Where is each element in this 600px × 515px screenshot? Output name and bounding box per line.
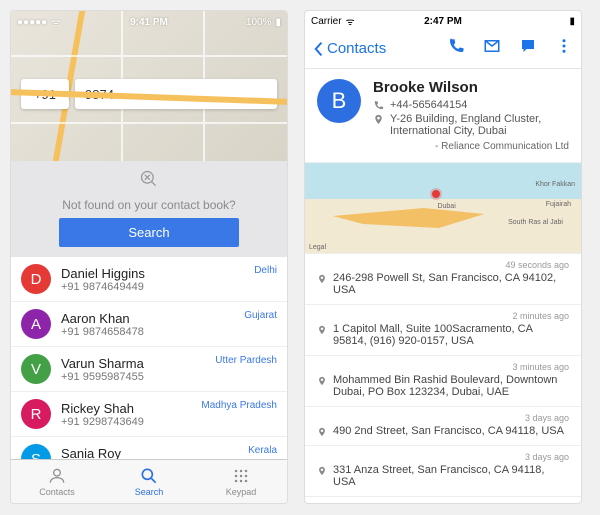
map-pin-icon	[432, 190, 440, 198]
battery-pct: 100%	[246, 17, 272, 28]
email-icon[interactable]	[483, 37, 501, 60]
contact-region: Delhi	[254, 265, 277, 276]
tab-bar: Contacts Search Keypad	[11, 459, 287, 503]
contact-phone: +91 9298743649	[61, 416, 277, 428]
signal-dots: ●●●●●	[17, 17, 47, 28]
map-city-label: Dubai	[437, 203, 455, 210]
map-legal: Legal	[309, 244, 326, 251]
history-item[interactable]: 3 days ago 490 2nd Street, San Francisco,…	[305, 407, 581, 446]
wifi-icon: ᯤ	[51, 15, 60, 29]
back-button[interactable]: Contacts	[313, 40, 386, 57]
country-code-input[interactable]: +91	[21, 79, 69, 109]
contact-phone: +44-565644154	[390, 99, 467, 111]
avatar: S	[21, 444, 51, 459]
contact-name: Daniel Higgins	[61, 266, 277, 281]
contact-phone: +91 9874649449	[61, 281, 277, 293]
history-address: 246-298 Powell St, San Francisco, CA 941…	[333, 272, 569, 296]
contact-region: Utter Pardesh	[215, 355, 277, 366]
avatar: D	[21, 264, 51, 294]
contact-region: Madhya Pradesh	[201, 400, 277, 411]
avatar: R	[21, 399, 51, 429]
not-found-panel: Not found on your contact book? Search	[11, 161, 287, 257]
contact-row[interactable]: AAaron Khan+91 9874658478Gujarat	[11, 302, 287, 347]
phone-search-screen: ●●●●●ᯤ 9:41 PM 100%▮ +91 9874 Not found …	[10, 10, 288, 504]
history-address: Mohammed Bin Rashid Boulevard, Downtown …	[333, 374, 569, 398]
tab-keypad[interactable]: Keypad	[195, 460, 287, 503]
history-time: 49 seconds ago	[317, 260, 569, 270]
contact-phone: +91 9874658478	[61, 326, 277, 338]
history-time: 3 days ago	[317, 452, 569, 462]
back-label: Contacts	[327, 40, 386, 57]
history-address: 1 Capitol Mall, Suite 100Sacramento, CA …	[333, 323, 569, 347]
contact-region: Kerala	[248, 445, 277, 456]
contact-address: Y-26 Building, England Cluster, Internat…	[390, 113, 569, 137]
search-empty-icon	[139, 169, 159, 189]
history-item[interactable]: 49 seconds ago 246-298 Powell St, San Fra…	[305, 254, 581, 305]
status-bar: Carrierᯤ 2:47 PM ▮	[305, 11, 581, 29]
history-time: 3 minutes ago	[317, 362, 569, 372]
contact-row[interactable]: D Daniel Higgins+91 9874649449 Delhi	[11, 257, 287, 302]
phone-contact-detail: Carrierᯤ 2:47 PM ▮ Contacts B Brooke Wil…	[304, 10, 582, 504]
profile-header: B Brooke Wilson +44-565644154 Y-26 Build…	[305, 69, 581, 162]
history-item[interactable]: 3 days ago 331 Anza Street, San Francisco…	[305, 446, 581, 497]
contact-list: DDaniel Higgins+91 9874649449DelhiAAaron…	[11, 257, 287, 459]
location-history: 49 seconds ago 246-298 Powell St, San Fra…	[305, 254, 581, 503]
avatar: A	[21, 309, 51, 339]
tab-label: Contacts	[39, 487, 75, 497]
contact-row[interactable]: SSania Roy+91 9874615464Kerala	[11, 437, 287, 459]
nav-bar: Contacts	[305, 29, 581, 69]
battery-icon: ▮	[569, 16, 575, 27]
location-map[interactable]: Dubai Khor Fakkan Fujairah South Ras al …	[305, 162, 581, 254]
provider-label: - Reliance Communication Ltd	[373, 141, 569, 152]
avatar: V	[21, 354, 51, 384]
tab-search[interactable]: Search	[103, 460, 195, 503]
history-address: 331 Anza Street, San Francisco, CA 94118…	[333, 464, 569, 488]
contact-name: Brooke Wilson	[373, 79, 569, 96]
call-icon[interactable]	[447, 37, 465, 60]
contact-row[interactable]: VVarun Sharma+91 9595987455Utter Pardesh	[11, 347, 287, 392]
chat-icon[interactable]	[519, 37, 537, 60]
tab-label: Keypad	[226, 487, 257, 497]
avatar: B	[317, 79, 361, 123]
contact-region: Gujarat	[244, 310, 277, 321]
map-preview[interactable]: +91 9874	[11, 11, 287, 161]
status-bar: ●●●●●ᯤ 9:41 PM 100%▮	[11, 13, 287, 31]
tab-contacts[interactable]: Contacts	[11, 460, 103, 503]
carrier-label: Carrier	[311, 16, 342, 27]
phone-search-input[interactable]: 9874	[75, 79, 277, 109]
map-label: Fujairah	[546, 201, 571, 208]
map-label: Khor Fakkan	[535, 181, 575, 188]
contact-row[interactable]: RRickey Shah+91 9298743649Madhya Pradesh	[11, 392, 287, 437]
history-item[interactable]: 3 minutes ago Mohammed Bin Rashid Bouleva…	[305, 356, 581, 407]
contact-name: Sania Roy	[61, 446, 277, 460]
history-time: 2 minutes ago	[317, 311, 569, 321]
history-item[interactable]: 2 minutes ago 1 Capitol Mall, Suite 100Sa…	[305, 305, 581, 356]
map-label: South Ras al Jabi	[508, 219, 563, 226]
wifi-icon: ᯤ	[346, 14, 355, 28]
history-address: 490 2nd Street, San Francisco, CA 94118,…	[333, 425, 564, 437]
not-found-text: Not found on your contact book?	[23, 198, 275, 212]
more-icon[interactable]	[555, 37, 573, 60]
contact-phone: +91 9595987455	[61, 371, 277, 383]
tab-label: Search	[135, 487, 164, 497]
history-time: 3 days ago	[317, 413, 569, 423]
search-button[interactable]: Search	[59, 218, 239, 247]
battery-icon: ▮	[275, 17, 281, 28]
